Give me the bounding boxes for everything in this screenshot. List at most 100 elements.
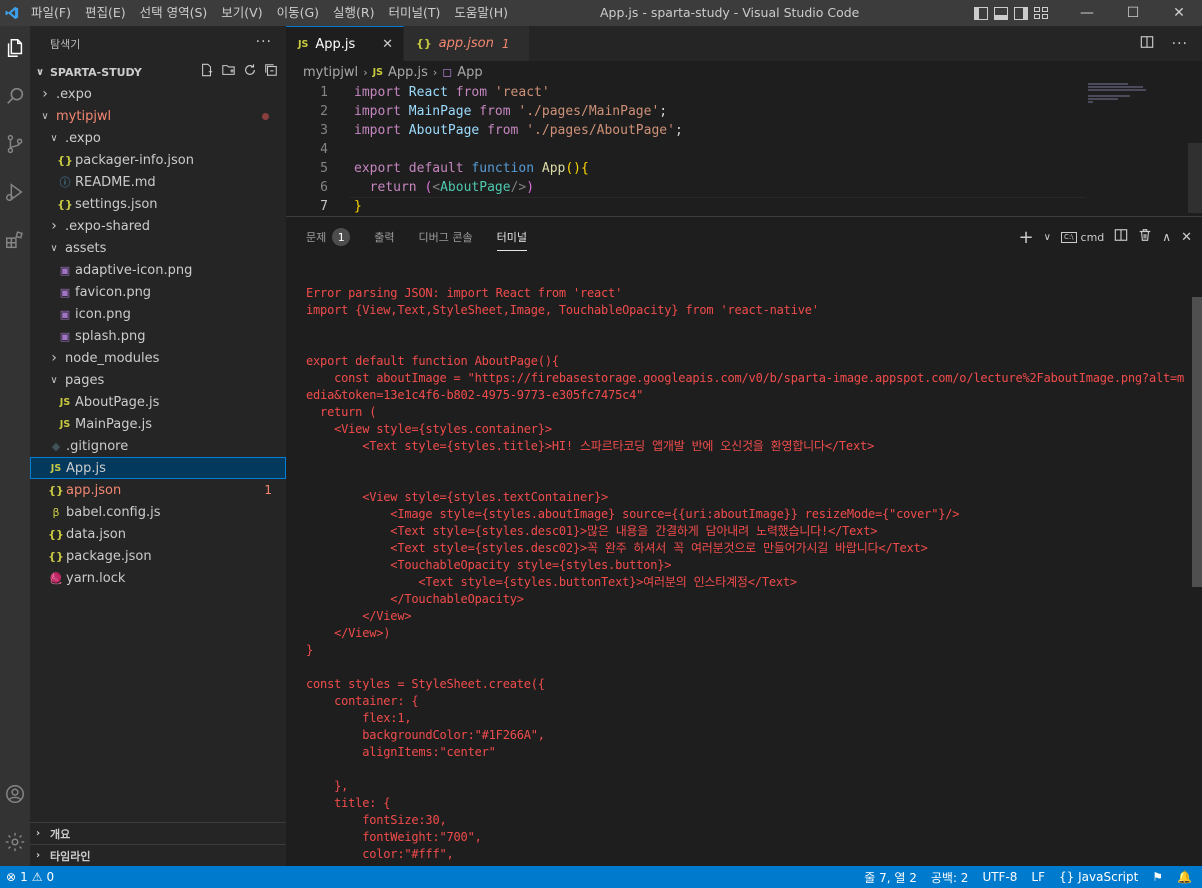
- tree-file[interactable]: ◆ .gitignore: [30, 435, 286, 457]
- new-file-icon[interactable]: [200, 63, 214, 81]
- terminal-line: alignItems:"center": [306, 745, 496, 759]
- tree-file[interactable]: ▣ favicon.png: [30, 281, 286, 303]
- close-tab-icon[interactable]: ✕: [382, 37, 393, 52]
- search-icon[interactable]: [0, 78, 30, 114]
- source-control-icon[interactable]: [0, 126, 30, 162]
- extensions-icon[interactable]: [0, 222, 30, 258]
- split-terminal-icon[interactable]: [1114, 228, 1128, 246]
- more-actions-icon[interactable]: ···: [1172, 36, 1188, 52]
- title-bar: 파일(F) 편집(E) 선택 영역(S) 보기(V) 이동(G) 실행(R) 터…: [0, 0, 1202, 26]
- trash-icon[interactable]: [1138, 228, 1152, 246]
- tab-output[interactable]: 출력: [374, 217, 394, 257]
- tree-folder[interactable]: › .expo: [30, 83, 286, 105]
- tree-file[interactable]: {} package.json: [30, 545, 286, 567]
- tree-file[interactable]: JS App.js: [30, 457, 286, 479]
- toggle-sidebar-icon[interactable]: [974, 6, 988, 20]
- menu-help[interactable]: 도움말(H): [447, 0, 515, 26]
- manage-gear-icon[interactable]: [0, 824, 30, 860]
- breadcrumb-symbol[interactable]: App: [457, 65, 482, 80]
- explorer-icon[interactable]: [0, 30, 30, 66]
- tab-app-json[interactable]: {} app.json 1: [404, 26, 530, 61]
- tree-item-label: icon.png: [75, 306, 131, 322]
- tree-folder[interactable]: › node_modules: [30, 347, 286, 369]
- run-debug-icon[interactable]: [0, 174, 30, 210]
- tree-file[interactable]: ▣ splash.png: [30, 325, 286, 347]
- tab-app-js[interactable]: JS App.js ✕: [286, 26, 404, 61]
- breadcrumb-folder[interactable]: mytipjwl: [303, 65, 358, 80]
- end-of-line[interactable]: LF: [1031, 870, 1045, 884]
- tree-file[interactable]: {} packager-info.json: [30, 149, 286, 171]
- code-editor[interactable]: 1 import React from 'react' 2 import MainP…: [286, 83, 1202, 218]
- feedback-icon[interactable]: ⚑: [1152, 870, 1163, 884]
- menu-go[interactable]: 이동(G): [270, 0, 326, 26]
- tree-file[interactable]: ▣ icon.png: [30, 303, 286, 325]
- encoding[interactable]: UTF-8: [982, 870, 1017, 884]
- notifications-bell-icon[interactable]: 🔔: [1177, 870, 1192, 884]
- terminal-line: <TouchableOpacity style={styles.button}>: [306, 558, 672, 572]
- tree-item-label: App.js: [66, 460, 106, 476]
- language-mode[interactable]: {} JavaScript: [1059, 870, 1138, 884]
- tree-file[interactable]: {} data.json: [30, 523, 286, 545]
- breadcrumb-file[interactable]: App.js: [388, 65, 428, 80]
- menu-run[interactable]: 실행(R): [326, 0, 381, 26]
- terminal-line: <Text style={styles.title}>HI! 스파르타코딩 앱개…: [306, 439, 875, 453]
- tree-folder[interactable]: › .expo-shared: [30, 215, 286, 237]
- account-icon[interactable]: [0, 776, 30, 812]
- close-panel-icon[interactable]: ✕: [1181, 230, 1192, 245]
- tree-folder[interactable]: ∨ assets: [30, 237, 286, 259]
- tree-file[interactable]: 🧶 yarn.lock: [30, 567, 286, 589]
- collapse-all-icon[interactable]: [264, 63, 278, 81]
- terminal-output[interactable]: Error parsing JSON: import React from 'r…: [306, 285, 1196, 863]
- customize-layout-icon[interactable]: [1034, 6, 1048, 20]
- tree-item-label: app.json: [66, 482, 122, 498]
- terminal-scrollbar[interactable]: [1192, 297, 1202, 867]
- tab-terminal[interactable]: 터미널: [496, 217, 528, 257]
- tree-item-label: packager-info.json: [75, 152, 194, 168]
- menu-file[interactable]: 파일(F): [24, 0, 78, 26]
- menu-selection[interactable]: 선택 영역(S): [133, 0, 215, 26]
- toggle-secondary-sidebar-icon[interactable]: [1014, 6, 1028, 20]
- tree-item-label: data.json: [66, 526, 126, 542]
- tree-folder[interactable]: ∨ .expo: [30, 127, 286, 149]
- tab-debug-console[interactable]: 디버그 콘솔: [419, 217, 473, 257]
- problems-status[interactable]: ⊗ 1 ⚠ 0: [0, 866, 54, 888]
- refresh-icon[interactable]: [243, 63, 257, 81]
- tree-file[interactable]: JS MainPage.js: [30, 413, 286, 435]
- workspace-section-header[interactable]: ∨ SPARTA-STUDY: [30, 61, 286, 83]
- minimap[interactable]: [1088, 83, 1188, 216]
- menu-view[interactable]: 보기(V): [214, 0, 269, 26]
- close-window-icon[interactable]: ✕: [1156, 0, 1202, 26]
- new-terminal-icon[interactable]: +: [1019, 227, 1034, 248]
- indentation[interactable]: 공백: 2: [931, 869, 969, 886]
- minimize-icon[interactable]: —: [1064, 0, 1110, 26]
- new-folder-icon[interactable]: [221, 63, 236, 81]
- tree-item-label: .expo-shared: [65, 218, 151, 234]
- terminal-line: export default function AboutPage(){: [306, 354, 559, 368]
- tree-folder[interactable]: ∨ mytipjwl: [30, 105, 286, 127]
- terminal-selector[interactable]: C:\ cmd: [1060, 231, 1104, 244]
- tree-folder[interactable]: ∨ pages: [30, 369, 286, 391]
- more-actions-icon[interactable]: ···: [256, 34, 272, 50]
- outline-section[interactable]: › 개요: [30, 822, 286, 844]
- timeline-section[interactable]: › 타임라인: [30, 844, 286, 866]
- tree-file[interactable]: β babel.config.js: [30, 501, 286, 523]
- tree-file[interactable]: ▣ adaptive-icon.png: [30, 259, 286, 281]
- toggle-panel-icon[interactable]: [994, 6, 1008, 20]
- tree-file[interactable]: {} app.json 1: [30, 479, 286, 501]
- cursor-position[interactable]: 줄 7, 열 2: [864, 869, 917, 886]
- braces-icon: {}: [1059, 870, 1075, 884]
- tree-file[interactable]: JS AboutPage.js: [30, 391, 286, 413]
- tree-file[interactable]: ⓘ README.md: [30, 171, 286, 193]
- terminal-line: const aboutImage = "https://firebasestor…: [306, 371, 1185, 385]
- tab-problems[interactable]: 문제 1: [306, 217, 351, 257]
- menu-edit[interactable]: 편집(E): [78, 0, 133, 26]
- menu-terminal[interactable]: 터미널(T): [382, 0, 448, 26]
- tree-file[interactable]: {} settings.json: [30, 193, 286, 215]
- split-editor-icon[interactable]: [1140, 35, 1154, 53]
- chevron-down-icon[interactable]: ∨: [1044, 232, 1051, 243]
- maximize-panel-icon[interactable]: ∧: [1162, 230, 1171, 244]
- maximize-icon[interactable]: ☐: [1110, 0, 1156, 26]
- editor-scrollbar[interactable]: [1188, 83, 1202, 216]
